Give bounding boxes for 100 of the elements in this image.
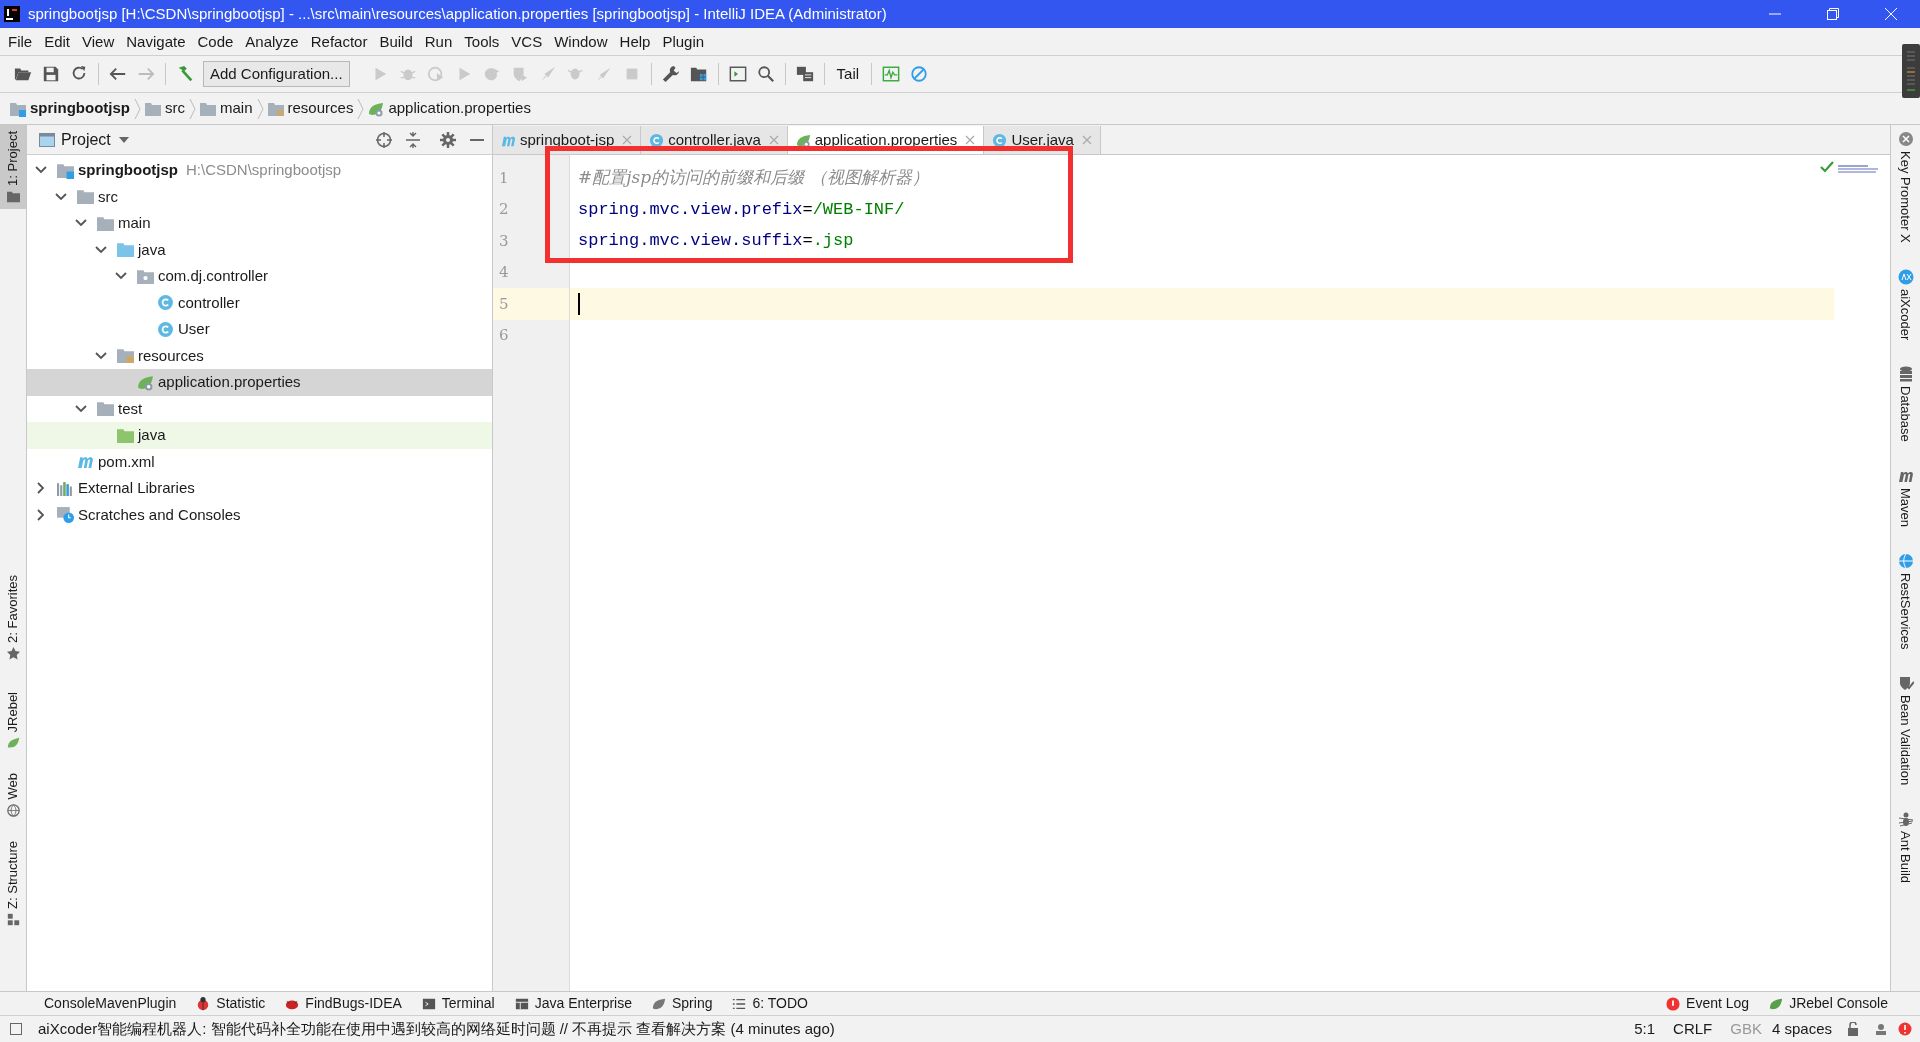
- tail-button[interactable]: Tail: [830, 62, 866, 86]
- minimize-panel-icon[interactable]: [470, 138, 484, 141]
- tree-item[interactable]: resources: [27, 342, 492, 369]
- menu-item[interactable]: Plugin: [656, 28, 711, 55]
- tree-item[interactable]: Scratches and Consoles: [27, 501, 492, 528]
- expanded-chevron-icon[interactable]: [95, 243, 107, 256]
- line-number: 2: [498, 199, 510, 220]
- tool-window-tab[interactable]: Maven: [1895, 467, 1916, 527]
- menu-item[interactable]: Code: [191, 28, 240, 55]
- ladybug-icon: [196, 996, 211, 1011]
- menu-item[interactable]: Help: [613, 28, 657, 55]
- panel-toggle-icon[interactable]: [10, 1023, 22, 1035]
- tool-window-button[interactable]: Java Enterprise: [504, 993, 642, 1014]
- tree-item[interactable]: java: [27, 236, 492, 263]
- folder-icon: [77, 188, 94, 206]
- tool-window-button[interactable]: Statistic: [186, 993, 276, 1014]
- folder-icon: [6, 189, 20, 203]
- folder-icon: [117, 241, 134, 259]
- expanded-chevron-icon[interactable]: [55, 190, 67, 203]
- person-icon[interactable]: [1874, 1022, 1888, 1036]
- tool-window-button[interactable]: FindBugs-IDEA: [275, 993, 412, 1014]
- cursor-position[interactable]: 5:1: [1634, 1017, 1656, 1041]
- collapsed-chevron-icon[interactable]: [35, 508, 47, 521]
- window-grid-icon: [514, 996, 529, 1011]
- tool-window-tab[interactable]: Ant Build: [1895, 811, 1916, 884]
- tool-window-tab[interactable]: 1: Project: [0, 125, 26, 209]
- breadcrumb-item[interactable]: resources: [287, 97, 354, 120]
- tool-window-tab[interactable]: Key Promoter X: [1895, 131, 1916, 243]
- tool-window-button[interactable]: ConsoleMavenPlugin: [0, 993, 187, 1014]
- menu-item[interactable]: VCS: [505, 28, 549, 55]
- status-message: aiXcoder智能编程机器人: 智能代码补全功能在使用中遇到较高的网络延时问题 // 不再提示 查看解决方案 (4 minutes ago): [38, 1018, 835, 1039]
- tree-item[interactable]: java: [27, 422, 492, 449]
- panel-title[interactable]: Project: [61, 127, 111, 152]
- blocks-icon: [6, 912, 20, 926]
- menu-item[interactable]: Window: [548, 28, 614, 55]
- line-separator[interactable]: CRLF: [1673, 1017, 1713, 1041]
- star-icon: [6, 646, 20, 660]
- chevron-icon: [189, 98, 196, 119]
- tool-window-button[interactable]: Event Log: [1656, 993, 1760, 1014]
- globe-icon: [6, 803, 20, 817]
- code-line: spring.mvc.view.suffix=.jsp: [578, 230, 854, 252]
- error-icon[interactable]: [1898, 1022, 1912, 1036]
- tool-window-tab[interactable]: Web: [0, 767, 26, 823]
- tree-item[interactable]: springbootjsp H:\CSDN\springbootjsp: [27, 157, 492, 184]
- menu-item[interactable]: Build: [373, 28, 419, 55]
- tool-window-button[interactable]: JRebel Console: [1759, 993, 1898, 1014]
- tool-window-tab[interactable]: Bean Validation: [1895, 675, 1916, 786]
- breadcrumb-item[interactable]: springbootjsp: [30, 97, 130, 120]
- menu-item[interactable]: Navigate: [120, 28, 192, 55]
- breadcrumb-item[interactable]: src: [165, 97, 185, 120]
- menu-item[interactable]: Tools: [458, 28, 506, 55]
- settings-icon[interactable]: [440, 131, 456, 148]
- tool-window-button[interactable]: Terminal: [411, 993, 505, 1014]
- chevron-icon: [134, 98, 141, 119]
- menu-item[interactable]: Run: [418, 28, 459, 55]
- tool-window-tab[interactable]: RestServices: [1895, 552, 1916, 650]
- menu-item[interactable]: Refactor: [304, 28, 374, 55]
- indent-setting[interactable]: 4 spaces: [1771, 1017, 1832, 1041]
- expanded-chevron-icon[interactable]: [75, 402, 87, 415]
- collapse-all-icon[interactable]: [406, 131, 420, 148]
- leaf-icon: [652, 996, 666, 1011]
- class-icon: [157, 320, 174, 338]
- panel-window-icon: [39, 132, 55, 147]
- menu-item[interactable]: Analyze: [239, 28, 305, 55]
- leaf-icon: [368, 100, 385, 117]
- tool-window-button[interactable]: 6: TODO: [722, 993, 818, 1014]
- line-number: 3: [498, 230, 510, 252]
- tool-window-tab[interactable]: Database: [1895, 366, 1916, 442]
- tool-window-tab[interactable]: JRebel: [0, 685, 26, 756]
- run-configuration-dropdown[interactable]: Add Configuration...: [203, 61, 350, 87]
- tree-item[interactable]: application.properties: [27, 369, 492, 396]
- collapsed-chevron-icon[interactable]: [35, 482, 47, 495]
- breadcrumb-item[interactable]: main: [220, 97, 253, 120]
- tree-item[interactable]: main: [27, 210, 492, 237]
- folder-icon: [145, 100, 161, 117]
- tool-window-tab[interactable]: Z: Structure: [0, 834, 26, 932]
- dropdown-caret-icon[interactable]: [118, 136, 129, 143]
- tree-item[interactable]: pom.xml: [27, 448, 492, 475]
- leaf-icon: [1769, 996, 1784, 1011]
- tool-window-button[interactable]: Spring: [642, 993, 723, 1014]
- terminal-clock-icon: [57, 506, 74, 524]
- memory-indicator-drawing: [1902, 44, 1920, 98]
- leaf-icon: [137, 373, 154, 391]
- breadcrumb-item[interactable]: application.properties: [388, 97, 531, 120]
- tree-item[interactable]: test: [27, 395, 492, 422]
- tool-window-tab[interactable]: aiXcoder: [1895, 268, 1916, 341]
- menu-item[interactable]: File: [2, 28, 39, 55]
- expanded-chevron-icon[interactable]: [95, 349, 107, 362]
- menu-item[interactable]: View: [76, 28, 121, 55]
- line-number: 4: [498, 262, 510, 283]
- tree-item[interactable]: External Libraries: [27, 475, 492, 502]
- tool-window-tab[interactable]: 2: Favorites: [0, 568, 26, 666]
- tree-item[interactable]: src: [27, 183, 492, 210]
- locate-icon[interactable]: [376, 131, 392, 148]
- tree-item[interactable]: User: [27, 316, 492, 343]
- lock-icon[interactable]: [1846, 1022, 1860, 1036]
- tree-item[interactable]: com.dj.controller: [27, 263, 492, 290]
- class-icon: [992, 132, 1008, 148]
- menu-item[interactable]: Edit: [38, 28, 77, 55]
- tree-item[interactable]: controller: [27, 289, 492, 316]
